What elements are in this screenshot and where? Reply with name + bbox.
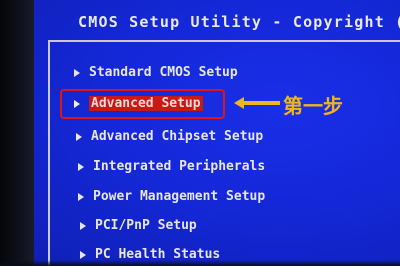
arrow-right-icon [78, 192, 84, 201]
menu-item-standard-cmos-setup[interactable]: Standard CMOS Setup [74, 65, 238, 80]
menu-item-pci-pnp-setup[interactable]: PCI/PnP Setup [80, 218, 197, 233]
menu-item-label: Integrated Peripherals [93, 159, 266, 174]
menu-item-label: Power Management Setup [93, 189, 266, 204]
frame-border-left [48, 40, 50, 266]
menu-item-power-management-setup[interactable]: Power Management Setup [78, 189, 265, 204]
menu-item-integrated-peripherals[interactable]: Integrated Peripherals [78, 159, 265, 174]
frame-border-top [48, 40, 400, 42]
arrow-right-icon [80, 250, 86, 259]
menu-item-label: PCI/PnP Setup [95, 218, 197, 233]
arrow-right-icon [78, 162, 84, 171]
arrow-right-icon [80, 221, 86, 230]
menu-item-label: Standard CMOS Setup [89, 65, 238, 80]
monitor-bezel [0, 0, 34, 266]
annotation-highlight-box [60, 89, 225, 119]
menu-item-advanced-chipset-setup[interactable]: Advanced Chipset Setup [76, 129, 263, 144]
arrow-left-icon [234, 97, 280, 109]
annotation-label: 第一步 [283, 94, 343, 118]
arrow-right-icon [76, 132, 82, 141]
page-title: CMOS Setup Utility - Copyright (C) 1 [78, 13, 400, 31]
menu-item-label: Advanced Chipset Setup [91, 129, 264, 144]
arrow-right-icon [74, 68, 80, 77]
bios-screen: CMOS Setup Utility - Copyright (C) 1 Sta… [0, 0, 400, 266]
monitor-bezel-bottom [0, 260, 400, 266]
